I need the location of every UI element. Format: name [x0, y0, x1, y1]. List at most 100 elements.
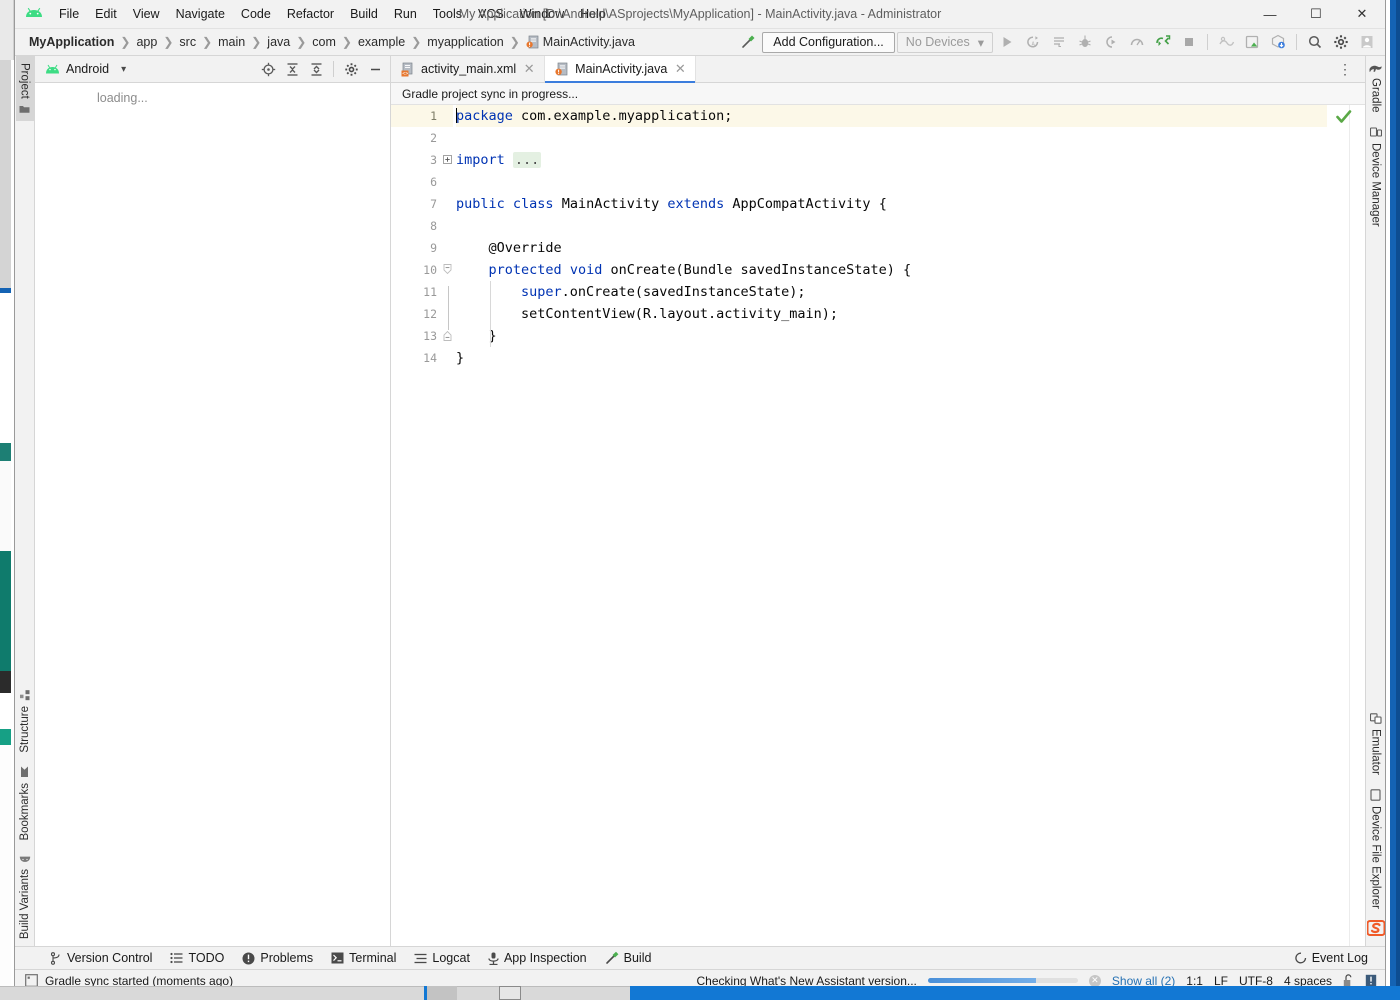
collapse-all-icon[interactable]: [305, 59, 327, 79]
sync-notification-bar: Gradle project sync in progress...: [391, 83, 1365, 105]
sidebar-item-project[interactable]: Project: [15, 56, 34, 121]
code-editor[interactable]: 1 2 3 6 7 8 9 10 11 12 13 14 package com…: [391, 105, 1365, 946]
sidebar-item-device-file-explorer[interactable]: Device File Explorer: [1367, 782, 1385, 916]
menu-item-run[interactable]: Run: [386, 3, 425, 25]
taskbar-item-2[interactable]: [499, 986, 521, 1000]
sidebar-item-device-manager[interactable]: Device Manager: [1367, 120, 1385, 234]
menu-item-tools[interactable]: Tools: [425, 3, 470, 25]
sidebar-item-bookmarks[interactable]: Bookmarks: [16, 759, 34, 848]
menu-item-help[interactable]: Help: [572, 3, 614, 25]
tool-button-build[interactable]: Build: [596, 948, 661, 968]
fold-collapse-end-icon[interactable]: [442, 330, 453, 341]
tool-button-todo[interactable]: TODO: [161, 948, 233, 968]
run-tests-icon[interactable]: [1047, 31, 1071, 53]
line-number: 7: [430, 197, 437, 211]
menu-item-view[interactable]: View: [125, 3, 168, 25]
close-icon[interactable]: ✕: [522, 61, 536, 77]
code-line: import ...: [456, 152, 542, 168]
breadcrumb-item-main[interactable]: main: [214, 33, 249, 51]
close-button[interactable]: ✕: [1339, 0, 1385, 29]
project-panel-header: Android ▾: [35, 56, 390, 83]
tool-button-logcat[interactable]: Logcat: [405, 948, 479, 968]
tool-button-version-control[interactable]: Version Control: [41, 948, 161, 968]
breadcrumb-separator: ❯: [341, 35, 352, 49]
breadcrumb-separator: ❯: [411, 35, 422, 49]
avd-manager-icon[interactable]: [1214, 31, 1238, 53]
menu-item-file[interactable]: File: [51, 3, 87, 25]
breadcrumb-item-com[interactable]: com: [308, 33, 340, 51]
hide-panel-icon[interactable]: [364, 59, 386, 79]
menu-item-refactor[interactable]: Refactor: [279, 3, 342, 25]
search-icon[interactable]: [1303, 31, 1327, 53]
project-tree-loading-label: loading...: [97, 91, 148, 105]
fold-collapse-icon[interactable]: [442, 264, 453, 275]
menu-item-code[interactable]: Code: [233, 3, 279, 25]
xml-layout-icon: <>: [401, 62, 415, 77]
sidebar-item-emulator[interactable]: Emulator: [1367, 706, 1385, 782]
code-text[interactable]: package com.example.myapplication; impor…: [453, 105, 1327, 946]
expand-all-icon[interactable]: [281, 59, 303, 79]
device-selector[interactable]: No Devices ▾: [896, 31, 993, 53]
sdk-manager-icon[interactable]: [1266, 31, 1290, 53]
minimize-button[interactable]: —: [1247, 0, 1293, 29]
select-opened-file-icon[interactable]: [257, 59, 279, 79]
tool-button-app-inspection[interactable]: App Inspection: [479, 948, 596, 968]
sidebar-item-gradle[interactable]: Gradle: [1366, 56, 1385, 120]
inspection-ok-icon[interactable]: [1336, 110, 1352, 124]
folded-imports-chip[interactable]: ...: [512, 152, 542, 168]
breadcrumb-separator: ❯: [202, 35, 213, 49]
maximize-button[interactable]: ☐: [1293, 0, 1339, 29]
left-tool-strip: Project Structure Bookmarks Build Varian…: [15, 56, 35, 946]
tool-button-terminal[interactable]: Terminal: [322, 948, 405, 968]
menu-item-vcs[interactable]: VCS: [470, 3, 512, 25]
menu-item-build[interactable]: Build: [342, 3, 386, 25]
project-tree[interactable]: loading...: [35, 83, 390, 946]
sidebar-item-build-variants[interactable]: Build Variants: [16, 848, 34, 946]
run-with-coverage-icon[interactable]: A: [1021, 31, 1045, 53]
profiler-icon[interactable]: [1125, 31, 1149, 53]
taskbar-item-1[interactable]: [427, 986, 457, 1000]
menu-item-window[interactable]: Window: [512, 3, 572, 25]
breadcrumb-item-app[interactable]: app: [132, 33, 161, 51]
cancel-task-icon[interactable]: ✕: [1088, 974, 1101, 987]
code-line: }: [456, 350, 465, 366]
add-configuration-button[interactable]: Add Configuration...: [762, 31, 895, 53]
breadcrumb-item-example[interactable]: example: [354, 33, 409, 51]
window-controls: — ☐ ✕: [1247, 0, 1385, 29]
tab-mainactivity-java[interactable]: MainActivity.java ✕: [545, 56, 697, 83]
user-account-icon[interactable]: [1355, 31, 1379, 53]
error-stripe-marker-bar[interactable]: [1336, 105, 1365, 946]
breadcrumb-item-project[interactable]: MyApplication: [25, 33, 118, 51]
folder-icon: [19, 104, 30, 114]
tool-button-event-log[interactable]: Event Log: [1286, 948, 1377, 968]
line-number-gutter[interactable]: 1 2 3 6 7 8 9 10 11 12 13 14: [391, 105, 453, 946]
run-icon[interactable]: [995, 31, 1019, 53]
breadcrumb-item-mainactivity[interactable]: MainActivity.java: [522, 33, 639, 51]
attach-debugger-icon[interactable]: [1099, 31, 1123, 53]
breadcrumb-item-myapplication[interactable]: myapplication: [423, 33, 507, 51]
sidebar-item-structure[interactable]: Structure: [16, 683, 34, 760]
breadcrumb-separator: ❯: [509, 35, 520, 49]
close-icon[interactable]: ✕: [673, 61, 687, 77]
fold-expand-icon[interactable]: [442, 154, 453, 165]
stop-icon[interactable]: [1177, 31, 1201, 53]
tool-button-problems[interactable]: Problems: [233, 948, 322, 968]
emulator-icon: [1369, 713, 1382, 724]
build-hammer-icon[interactable]: [736, 31, 760, 53]
tab-activity-main-xml[interactable]: <> activity_main.xml ✕: [391, 56, 546, 82]
settings-gear-icon[interactable]: [1329, 31, 1353, 53]
breadcrumb-item-java[interactable]: java: [263, 33, 294, 51]
editor-right-gutter: [1327, 105, 1349, 946]
menu-item-navigate[interactable]: Navigate: [168, 3, 233, 25]
debug-icon[interactable]: [1073, 31, 1097, 53]
breadcrumb-item-src[interactable]: src: [175, 33, 200, 51]
layout-inspector-icon[interactable]: [1240, 31, 1264, 53]
settings-gear-icon[interactable]: [340, 59, 362, 79]
panel-toolbar-divider: [333, 61, 334, 77]
menu-item-edit[interactable]: Edit: [87, 3, 125, 25]
project-view-selector[interactable]: Android ▾: [45, 62, 126, 76]
sync-project-icon[interactable]: [1151, 31, 1175, 53]
line-number: 3: [391, 149, 453, 171]
snipaste-logo-icon: [1366, 916, 1385, 946]
more-options-icon[interactable]: ⋮: [1332, 61, 1359, 78]
